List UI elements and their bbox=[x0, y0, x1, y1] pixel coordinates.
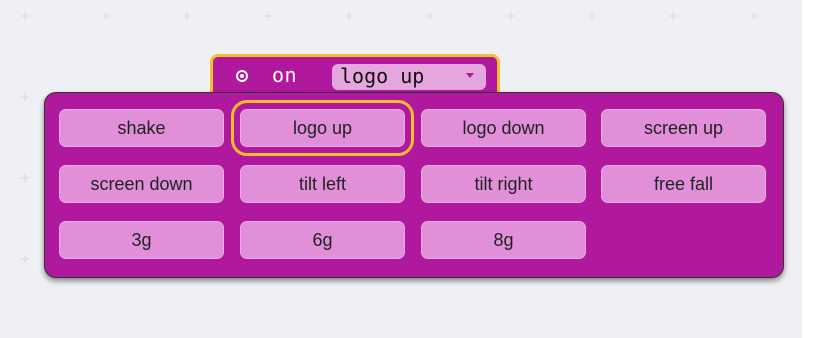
option-free-fall[interactable]: free fall bbox=[601, 165, 766, 203]
event-radio-icon bbox=[236, 70, 248, 82]
option-logo-up[interactable]: logo up bbox=[231, 100, 414, 156]
option-shake[interactable]: shake bbox=[59, 109, 224, 147]
option-tilt-left[interactable]: tilt left bbox=[240, 165, 405, 203]
gesture-options-panel: shake logo up logo down screen up screen… bbox=[44, 92, 784, 278]
gesture-dropdown-value: logo up bbox=[340, 64, 425, 88]
option-logo-down[interactable]: logo down bbox=[421, 109, 586, 147]
scrollbar-track[interactable] bbox=[802, 0, 814, 338]
option-3g[interactable]: 3g bbox=[59, 221, 224, 259]
event-keyword: on bbox=[272, 63, 298, 87]
option-screen-up[interactable]: screen up bbox=[601, 109, 766, 147]
chevron-down-icon bbox=[466, 73, 474, 78]
option-tilt-right[interactable]: tilt right bbox=[421, 165, 586, 203]
option-8g[interactable]: 8g bbox=[421, 221, 586, 259]
option-6g[interactable]: 6g bbox=[240, 221, 405, 259]
gesture-dropdown[interactable]: logo up bbox=[332, 64, 486, 90]
option-screen-down[interactable]: screen down bbox=[59, 165, 224, 203]
